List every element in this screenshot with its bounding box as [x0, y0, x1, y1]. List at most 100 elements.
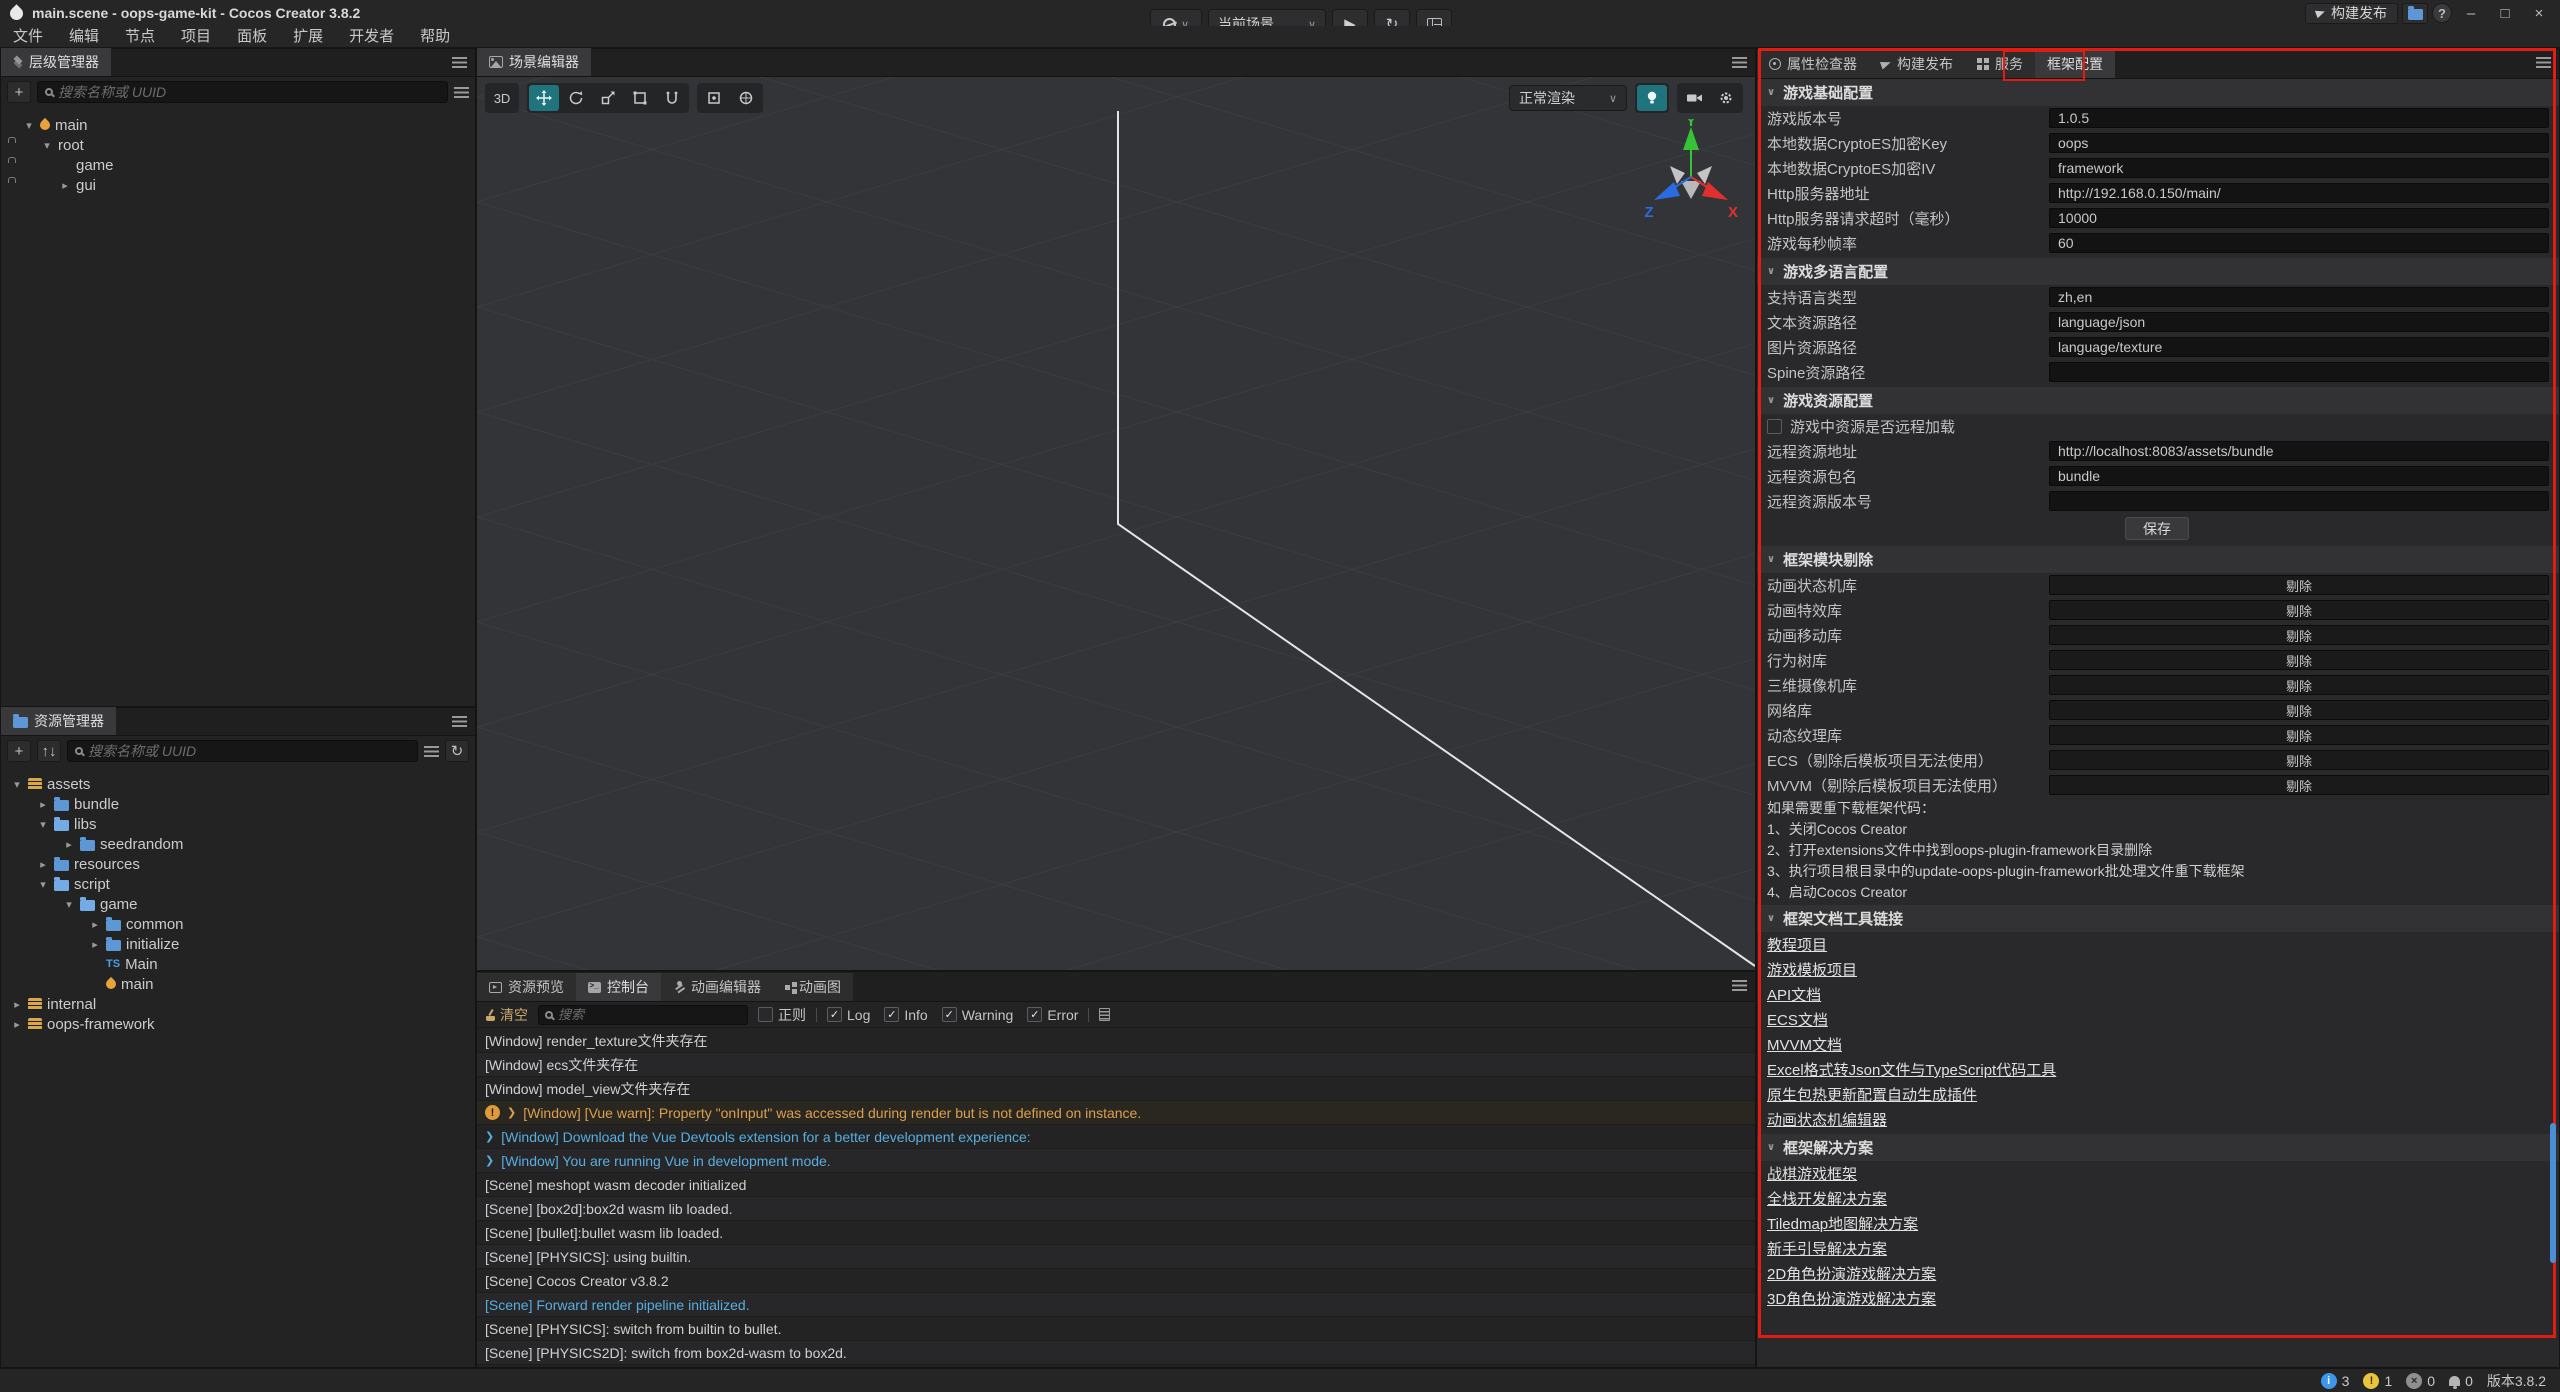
close-button[interactable]: ×: [2524, 0, 2554, 26]
panel-menu-icon[interactable]: [1732, 980, 1747, 991]
panel-menu-icon[interactable]: [452, 716, 467, 727]
menu-帮助[interactable]: 帮助: [407, 26, 463, 48]
warning-checkbox[interactable]: [942, 1007, 957, 1022]
scene-settings-button[interactable]: [1711, 85, 1741, 111]
console-message[interactable]: [Scene] [PHYSICS]: switch from builtin t…: [477, 1317, 1755, 1341]
open-project-folder-button[interactable]: [2402, 3, 2428, 24]
tree-item-bundle[interactable]: ▸bundle: [1, 794, 475, 814]
expand-arrow-icon[interactable]: ▾: [23, 119, 35, 132]
save-button[interactable]: 保存: [2125, 517, 2189, 540]
warning-count[interactable]: ! 1: [2363, 1373, 2392, 1389]
tab-hierarchy[interactable]: 层级管理器: [1, 48, 111, 76]
section-header-游戏资源配置[interactable]: ∨游戏资源配置: [1757, 387, 2559, 414]
tree-item-gui[interactable]: ▸gui: [1, 175, 475, 195]
pivot-toggle-button[interactable]: [699, 85, 729, 111]
console-message[interactable]: [Window] ecs文件夹存在: [477, 1053, 1755, 1077]
console-message[interactable]: [Scene] [PHYSICS]: using builtin.: [477, 1245, 1755, 1269]
field-input-游戏版本号[interactable]: 1.0.5: [2049, 108, 2549, 128]
tree-item-libs[interactable]: ▾libs: [1, 814, 475, 834]
console-message[interactable]: [Scene] [bullet]:bullet wasm lib loaded.: [477, 1221, 1755, 1245]
tab-构建发布[interactable]: 构建发布: [1869, 50, 1965, 78]
clear-console-button[interactable]: 清空: [485, 1005, 528, 1025]
hierarchy-search[interactable]: [37, 81, 448, 103]
collapse-arrow-icon[interactable]: ▸: [37, 858, 49, 871]
field-input-图片资源路径[interactable]: language/texture: [2049, 337, 2549, 357]
console-message[interactable]: ❯[Window] Download the Vue Devtools exte…: [477, 1125, 1755, 1149]
expand-arrow-icon[interactable]: ▾: [63, 898, 75, 911]
panel-menu-icon[interactable]: [2536, 57, 2551, 68]
refresh-assets-button[interactable]: ↻: [445, 740, 469, 762]
console-search[interactable]: [538, 1005, 748, 1025]
filter-icon[interactable]: [454, 87, 469, 98]
collapse-arrow-icon[interactable]: ▸: [11, 1018, 23, 1031]
remove-button-网络库[interactable]: 剔除: [2049, 700, 2549, 720]
tree-item-oops-framework[interactable]: ▸oops-framework: [1, 1014, 475, 1034]
expand-arrow-icon[interactable]: ❯: [507, 1106, 516, 1119]
regex-checkbox[interactable]: [758, 1007, 773, 1022]
sort-assets-button[interactable]: ↑↓: [37, 740, 61, 762]
link-API文档[interactable]: API文档: [1767, 984, 1821, 1005]
link-全栈开发解决方案[interactable]: 全栈开发解决方案: [1767, 1188, 1887, 1209]
collapse-arrow-icon[interactable]: ▸: [89, 938, 101, 951]
tree-item-common[interactable]: ▸common: [1, 914, 475, 934]
expand-arrow-icon[interactable]: ▾: [37, 878, 49, 891]
menu-文件[interactable]: 文件: [0, 26, 56, 48]
tree-item-initialize[interactable]: ▸initialize: [1, 934, 475, 954]
notification-count[interactable]: 0: [2449, 1373, 2473, 1389]
error-count[interactable]: × 0: [2406, 1373, 2435, 1389]
remove-button-动画状态机库[interactable]: 剔除: [2049, 575, 2549, 595]
link-2D角色扮演游戏解决方案[interactable]: 2D角色扮演游戏解决方案: [1767, 1263, 1936, 1284]
create-node-button[interactable]: +: [7, 81, 31, 103]
field-input-Spine资源路径[interactable]: [2049, 362, 2549, 382]
field-input-本地数据CryptoES加密IV[interactable]: framework: [2049, 158, 2549, 178]
tree-item-script[interactable]: ▾script: [1, 874, 475, 894]
expand-arrow-icon[interactable]: ▾: [37, 818, 49, 831]
expand-arrow-icon[interactable]: ❯: [485, 1130, 494, 1143]
tree-item-main[interactable]: main: [1, 974, 475, 994]
remove-button-动画移动库[interactable]: 剔除: [2049, 625, 2549, 645]
tab-服务[interactable]: 服务: [1965, 50, 2035, 78]
link-新手引导解决方案[interactable]: 新手引导解决方案: [1767, 1238, 1887, 1259]
filter-error[interactable]: Error: [1027, 1007, 1078, 1023]
link-游戏模板项目[interactable]: 游戏模板项目: [1767, 959, 1857, 980]
coordinate-space-button[interactable]: [731, 85, 761, 111]
collapse-arrow-icon[interactable]: ▸: [59, 179, 71, 192]
field-input-本地数据CryptoES加密Key[interactable]: oops: [2049, 133, 2549, 153]
tree-item-resources[interactable]: ▸resources: [1, 854, 475, 874]
field-input-远程资源包名[interactable]: bundle: [2049, 466, 2549, 486]
tab-框架配置[interactable]: 框架配置: [2035, 50, 2115, 78]
remove-button-ECS（剔除后模板项目无法使用）[interactable]: 剔除: [2049, 750, 2549, 770]
tab-属性检查器[interactable]: 属性检查器: [1757, 50, 1869, 78]
help-button[interactable]: ?: [2432, 3, 2452, 23]
console-message[interactable]: [Scene] Forward render pipeline initiali…: [477, 1293, 1755, 1317]
tree-item-game[interactable]: ▾game: [1, 894, 475, 914]
console-search-input[interactable]: [558, 1007, 741, 1022]
regex-toggle[interactable]: 正则: [758, 1005, 806, 1025]
assets-search-input[interactable]: [88, 743, 410, 759]
section-header-游戏基础配置[interactable]: ∨游戏基础配置: [1757, 79, 2559, 106]
render-mode-select[interactable]: 正常渲染 ∨: [1509, 85, 1627, 111]
link-3D角色扮演游戏解决方案[interactable]: 3D角色扮演游戏解决方案: [1767, 1288, 1936, 1309]
remove-button-三维摄像机库[interactable]: 剔除: [2049, 675, 2549, 695]
minimize-button[interactable]: –: [2456, 0, 2486, 26]
field-input-游戏每秒帧率[interactable]: 60: [2049, 233, 2549, 253]
panel-menu-icon[interactable]: [1732, 57, 1747, 68]
info-checkbox[interactable]: [884, 1007, 899, 1022]
info-count[interactable]: i 3: [2321, 1373, 2350, 1389]
link-动画状态机编辑器[interactable]: 动画状态机编辑器: [1767, 1109, 1887, 1130]
maximize-button[interactable]: □: [2490, 0, 2520, 26]
rect-tool-button[interactable]: [625, 85, 655, 111]
collapse-arrow-icon[interactable]: ▸: [89, 918, 101, 931]
tree-item-Main[interactable]: TSMain: [1, 954, 475, 974]
remove-button-行为树库[interactable]: 剔除: [2049, 650, 2549, 670]
tab-scene-editor[interactable]: 场景编辑器: [477, 48, 591, 76]
console-message[interactable]: [Scene] [PHYSICS2D]: switch from box2d-w…: [477, 1341, 1755, 1365]
remove-button-动态纹理库[interactable]: 剔除: [2049, 725, 2549, 745]
menu-编辑[interactable]: 编辑: [56, 26, 112, 48]
move-tool-button[interactable]: [529, 85, 559, 111]
3d-toggle-button[interactable]: 3D: [487, 85, 517, 111]
orientation-gizmo[interactable]: Y Z X: [1641, 119, 1741, 224]
tab-assets[interactable]: 资源管理器: [1, 707, 116, 735]
section-header-框架解决方案[interactable]: ∨框架解决方案: [1757, 1134, 2559, 1161]
inspector-scrollbar-thumb[interactable]: [2550, 1123, 2556, 1263]
